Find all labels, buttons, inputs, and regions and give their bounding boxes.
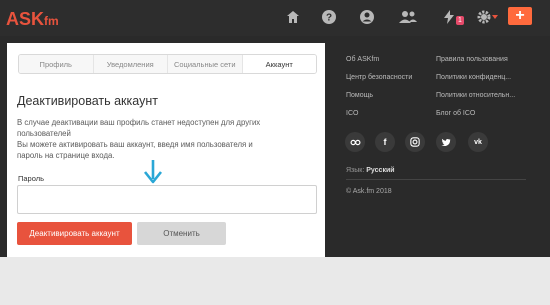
tab-notifications[interactable]: Уведомления — [93, 55, 168, 73]
password-input[interactable] — [17, 185, 317, 214]
logo-main: ASK — [6, 9, 45, 29]
notification-badge: 1 — [456, 16, 464, 25]
footer-link-terms[interactable]: Правила пользования — [436, 56, 508, 63]
footer-link-help[interactable]: Помощь — [346, 92, 373, 99]
copyright-text: © Ask.fm 2018 — [346, 188, 392, 195]
friends-icon[interactable] — [397, 8, 419, 26]
deactivation-description: В случае деактивации ваш профиль станет … — [17, 117, 317, 161]
language-selector[interactable]: Язык: Русский — [346, 167, 395, 174]
chevron-down-icon — [492, 15, 498, 19]
vk-ok-icon[interactable] — [345, 132, 365, 152]
settings-tabs: Профиль Уведомления Социальные сети Акка… — [18, 54, 317, 74]
profile-icon[interactable] — [358, 8, 376, 26]
vk-icon[interactable]: vk — [468, 132, 488, 152]
arrow-down-icon — [143, 160, 163, 184]
top-navigation-bar: ASKfm ? 1 + — [0, 0, 550, 36]
add-question-button[interactable]: + — [508, 7, 532, 25]
footer-link-safety-center[interactable]: Центр безопасности — [346, 74, 412, 81]
home-icon[interactable] — [284, 8, 302, 26]
deactivate-account-button[interactable]: Деактивировать аккаунт — [17, 222, 132, 245]
settings-panel: Профиль Уведомления Социальные сети Акка… — [7, 43, 325, 257]
page-title: Деактивировать аккаунт — [17, 94, 158, 108]
language-label: Язык: — [346, 167, 365, 174]
tab-social-networks[interactable]: Социальные сети — [168, 55, 243, 73]
footer-link-ico[interactable]: ICO — [346, 110, 358, 117]
footer-link-about[interactable]: Об ASKfm — [346, 56, 379, 63]
svg-text:?: ? — [326, 13, 332, 24]
footer-link-policies[interactable]: Политики относительн... — [436, 92, 515, 99]
footer-link-ico-blog[interactable]: Блог об ICO — [436, 110, 475, 117]
facebook-icon[interactable]: f — [375, 132, 395, 152]
description-text-2: Вы можете активировать ваш аккаунт, введ… — [17, 140, 253, 160]
language-value[interactable]: Русский — [366, 167, 394, 174]
footer-link-privacy[interactable]: Политики конфиденц... — [436, 74, 511, 81]
app-window: ASKfm ? 1 + Профиль Уведомления Социальн… — [0, 0, 550, 257]
twitter-icon[interactable] — [436, 132, 456, 152]
settings-icon[interactable] — [476, 8, 498, 26]
logo-sub: fm — [44, 14, 59, 28]
cancel-button[interactable]: Отменить — [137, 222, 226, 245]
description-text-1: В случае деактивации ваш профиль станет … — [17, 118, 261, 138]
help-icon[interactable]: ? — [320, 8, 338, 26]
askfm-logo[interactable]: ASKfm — [6, 9, 59, 30]
footer-divider — [346, 179, 526, 180]
instagram-icon[interactable] — [405, 132, 425, 152]
tab-account[interactable]: Аккаунт — [242, 55, 316, 73]
password-label: Пароль — [18, 174, 45, 183]
tab-profile[interactable]: Профиль — [19, 55, 94, 73]
